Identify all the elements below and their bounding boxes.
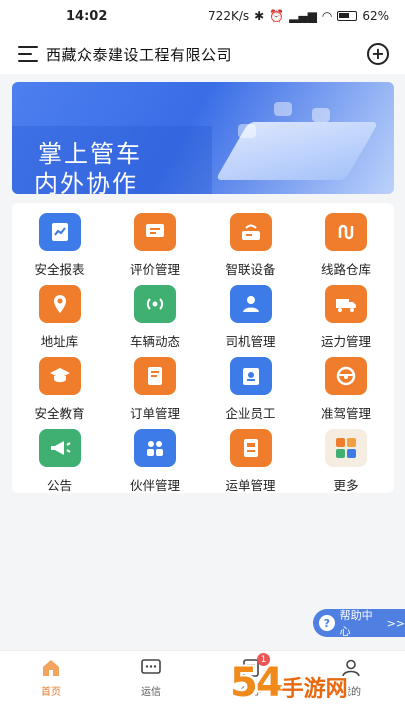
grid-item-label: 伙伴管理	[129, 478, 180, 493]
grid-item-label: 公告	[46, 478, 72, 493]
wifi-icon: ◠	[321, 9, 333, 23]
driver-icon	[229, 285, 272, 323]
grid-item-label: 评价管理	[129, 262, 180, 277]
banner-subline: 内外协作	[34, 170, 138, 194]
feature-grid: 安全报表 评价管理 智联设备 线路仓库地址库 车辆动态 司机管理 运力管理安全教育 订单管理 企…	[12, 203, 394, 493]
grid-item[interactable]: 企业员工	[203, 357, 298, 425]
watermark-number: 54	[230, 660, 284, 706]
status-icons: 722K/s ✱ ⏰ ▂▄▆ ◠ 62%	[208, 9, 389, 23]
watermark-sub: 手游网	[281, 677, 348, 702]
grid-item-label: 准驾管理	[320, 406, 371, 421]
grid-item-label: 订单管理	[129, 406, 180, 421]
battery-icon	[337, 11, 358, 21]
grid-item-label: 安全报表	[34, 262, 85, 277]
grid-item-label: 地址库	[40, 334, 79, 349]
status-bar: 14:02 722K/s ✱ ⏰ ▂▄▆ ◠ 62%	[0, 0, 405, 34]
megaphone-icon	[38, 429, 81, 467]
grid-item-label: 车辆动态	[129, 334, 180, 349]
site-watermark-logo: 54手游网	[230, 660, 405, 720]
grid-item-label: 运单管理	[225, 478, 276, 493]
grid-item[interactable]: 安全报表	[12, 213, 107, 281]
badge-icon	[229, 357, 272, 395]
partners-icon	[134, 429, 176, 467]
grid-item[interactable]: 伙伴管理	[108, 429, 203, 497]
message-icon	[141, 659, 161, 674]
device-signal-icon	[229, 213, 272, 251]
grid-item[interactable]: 评价管理	[108, 213, 203, 281]
app-header: 西藏众泰建设工程有限公司 +	[0, 34, 405, 74]
route-icon	[325, 213, 367, 251]
battery-level: 62%	[362, 9, 389, 23]
order-icon	[134, 357, 176, 395]
tab-label: 首页	[41, 687, 61, 698]
home-icon	[43, 660, 59, 676]
location-pin-icon	[38, 285, 81, 323]
status-time: 14:02	[66, 9, 108, 24]
alarm-icon: ⏰	[269, 9, 285, 23]
truck-icon	[325, 285, 367, 323]
grid-item-label: 更多	[333, 478, 359, 493]
help-center-label: 帮助中心	[339, 609, 373, 638]
comment-icon	[134, 213, 176, 251]
tab-messages[interactable]: 运信	[121, 659, 181, 698]
question-icon: ?	[319, 615, 335, 631]
grid-item[interactable]: 地址库	[12, 285, 107, 353]
menu-icon[interactable]	[18, 46, 38, 62]
tab-label: 运信	[141, 687, 161, 698]
grid-item[interactable]: 司机管理	[203, 285, 298, 353]
grid-item-label: 安全教育	[34, 406, 85, 421]
banner-bubble-icon	[238, 124, 256, 138]
grid-item[interactable]: 公告	[12, 429, 107, 497]
banner-bubble-icon	[312, 108, 330, 122]
graduation-cap-icon	[38, 357, 81, 395]
grid-item[interactable]: 准驾管理	[299, 357, 394, 425]
signal-icon: ▂▄▆	[289, 9, 317, 23]
help-center-button[interactable]: ? 帮助中心 >>	[313, 609, 405, 638]
broadcast-icon	[134, 285, 176, 323]
waybill-icon	[229, 429, 272, 467]
grid-item[interactable]: 安全教育	[12, 357, 107, 425]
banner-bubble-icon	[274, 102, 292, 116]
steering-wheel-icon	[325, 357, 367, 395]
network-speed: 722K/s	[208, 9, 250, 23]
grid-item[interactable]: 智联设备	[203, 213, 298, 281]
grid-item[interactable]: 运力管理	[299, 285, 394, 353]
double-chevron-icon: >>	[386, 616, 405, 630]
tab-home[interactable]: 首页	[21, 659, 81, 698]
grid-item[interactable]: 订单管理	[108, 357, 203, 425]
grid-item-label: 司机管理	[225, 334, 276, 349]
more-apps-icon	[325, 429, 367, 467]
grid-item[interactable]: 线路仓库	[299, 213, 394, 281]
grid-item-label: 线路仓库	[320, 262, 371, 277]
grid-item-label: 企业员工	[225, 406, 276, 421]
company-title[interactable]: 西藏众泰建设工程有限公司	[46, 44, 232, 65]
add-icon[interactable]: +	[367, 43, 389, 65]
promo-banner[interactable]: 掌上管车 内外协作	[12, 82, 394, 194]
report-chart-icon	[38, 213, 81, 251]
bluetooth-icon: ✱	[254, 9, 265, 23]
grid-item-label: 智联设备	[225, 262, 276, 277]
grid-item-label: 运力管理	[320, 334, 371, 349]
grid-item[interactable]: 更多	[299, 429, 394, 497]
grid-item[interactable]: 运单管理	[203, 429, 298, 497]
grid-item[interactable]: 车辆动态	[108, 285, 203, 353]
